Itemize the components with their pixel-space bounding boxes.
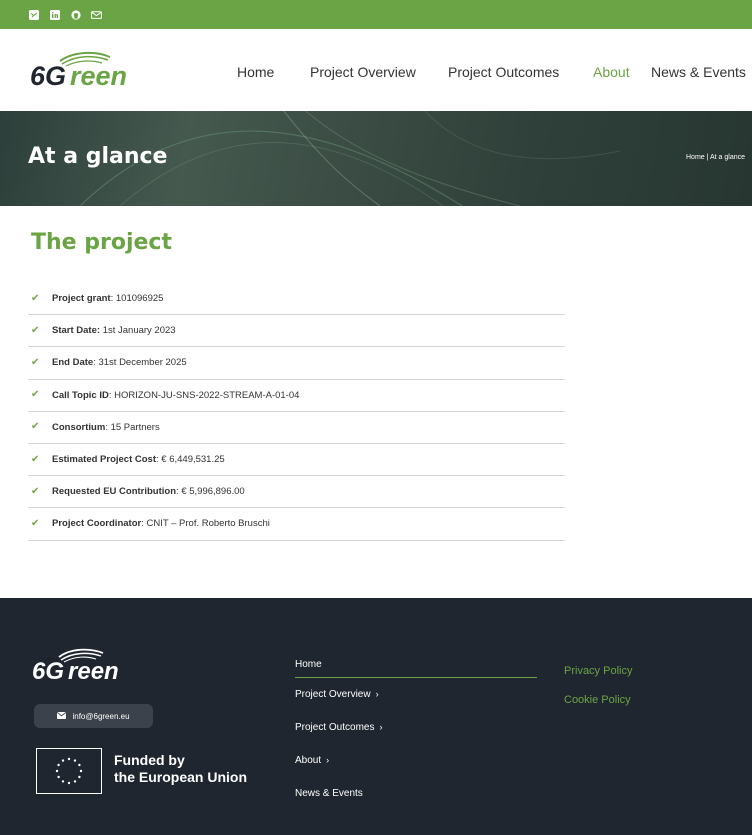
funded-line-1: Funded by (114, 752, 185, 768)
chevron-right-icon: › (326, 755, 330, 765)
linkedin-icon[interactable] (49, 9, 60, 20)
footer-legal-links: Privacy Policy Cookie Policy (564, 665, 632, 723)
envelope-icon (57, 711, 67, 721)
check-icon: ✔ (31, 517, 40, 529)
section-title: The project (31, 230, 172, 255)
fact-value: 1st January 2023 (102, 325, 176, 337)
fact-label: Estimated Project Cost (52, 454, 156, 466)
fact-item: ✔ Project grant: 101096925 (28, 283, 565, 316)
fact-item: ✔ Call Topic ID: HORIZON-JU-SNS-2022-STRE… (28, 380, 565, 412)
check-icon: ✔ (31, 453, 40, 465)
check-icon: ✔ (31, 389, 40, 401)
check-icon: ✔ (31, 292, 40, 304)
svg-text:6G: 6G (32, 658, 64, 684)
main-nav: Home Project Overview Project Outcomes A… (0, 64, 752, 84)
page-hero: At a glance Home | At a glance (0, 111, 752, 206)
fact-item: ✔ Consortium: 15 Partners (28, 412, 565, 444)
social-bar (0, 0, 752, 29)
fact-value: CNIT – Prof. Roberto Bruschi (146, 518, 270, 530)
github-icon[interactable] (70, 9, 81, 20)
footer-menu-home[interactable]: Home (295, 656, 537, 678)
nav-project-outcomes[interactable]: Project Outcomes (448, 64, 559, 80)
page-title: At a glance (28, 144, 168, 169)
fact-label: Call Topic ID (52, 389, 109, 401)
email-button[interactable]: info@6green.eu (34, 704, 153, 728)
svg-text:reen: reen (68, 658, 119, 684)
cookie-policy-link[interactable]: Cookie Policy (564, 694, 632, 706)
fact-item: ✔ Start Date: 1st January 2023 (28, 315, 565, 348)
check-icon: ✔ (31, 421, 40, 433)
email-icon[interactable] (91, 9, 102, 20)
eu-funding-badge: Funded by the European Union (36, 748, 260, 796)
footer-menu-about[interactable]: About › (295, 755, 537, 788)
check-icon: ✔ (31, 324, 40, 336)
fact-label: Consortium (52, 421, 106, 433)
fact-label: Requested EU Contribution (52, 486, 177, 498)
fact-value: € 6,449,531.25 (161, 454, 225, 466)
twitter-icon[interactable] (28, 9, 39, 20)
fact-value: 31st December 2025 (98, 357, 187, 369)
fact-label: Start Date: (52, 325, 101, 337)
email-address: info@6green.eu (72, 711, 130, 721)
nav-project-overview[interactable]: Project Overview (310, 64, 416, 80)
nav-about[interactable]: About (593, 64, 630, 80)
footer-menu-label: News & Events (295, 788, 363, 799)
footer-menu-label: Project Outcomes (295, 722, 375, 733)
fact-item: ✔ Requested EU Contribution: € 5,996,896.… (28, 476, 565, 509)
fact-value: 101096925 (115, 293, 164, 305)
nav-news-events[interactable]: News & Events (651, 64, 746, 80)
fact-item: ✔ Project Coordinator: CNIT – Prof. Rober… (28, 508, 565, 541)
fact-value: 15 Partners (110, 421, 160, 433)
eu-funding-text: Funded by the European Union (114, 752, 247, 786)
footer-menu-project-outcomes[interactable]: Project Outcomes › (295, 722, 537, 755)
nav-home[interactable]: Home (237, 64, 274, 80)
site-header: 6G reen Home Project Overview Project Ou… (0, 29, 752, 111)
check-icon: ✔ (31, 356, 40, 368)
footer-menu-label: Home (295, 659, 322, 670)
privacy-policy-link[interactable]: Privacy Policy (564, 665, 632, 677)
fact-item: ✔ End Date: 31st December 2025 (28, 347, 565, 380)
footer-logo[interactable]: 6G reen (32, 646, 120, 685)
fact-label: End Date (52, 357, 94, 369)
fact-item: ✔ Estimated Project Cost: € 6,449,531.25 (28, 444, 565, 477)
eu-flag-icon (36, 748, 102, 794)
footer-menu-project-overview[interactable]: Project Overview › (295, 689, 537, 722)
breadcrumb[interactable]: Home | At a glance (686, 154, 745, 161)
project-facts-list: ✔ Project grant: 101096925 ✔ Start Date: 1… (28, 283, 565, 541)
footer-menu-label: Project Overview (295, 689, 371, 700)
site-footer: 6G reen info@6green.eu Funded by the Eur… (0, 598, 752, 835)
chevron-right-icon: › (379, 722, 383, 732)
fact-value: HORIZON-JU-SNS-2022-STREAM-A-01-04 (114, 389, 300, 401)
footer-menu-news-events[interactable]: News & Events (295, 788, 537, 821)
funded-line-2: the European Union (114, 769, 247, 785)
footer-menu-label: About (295, 755, 322, 766)
fact-label: Project Coordinator (52, 518, 142, 530)
footer-menu: Home Project Overview › Project Outcomes ›… (295, 656, 537, 821)
check-icon: ✔ (31, 485, 40, 497)
chevron-right-icon: › (375, 689, 379, 699)
fact-label: Project grant (52, 293, 111, 305)
fact-value: € 5,996,896.00 (181, 486, 245, 498)
